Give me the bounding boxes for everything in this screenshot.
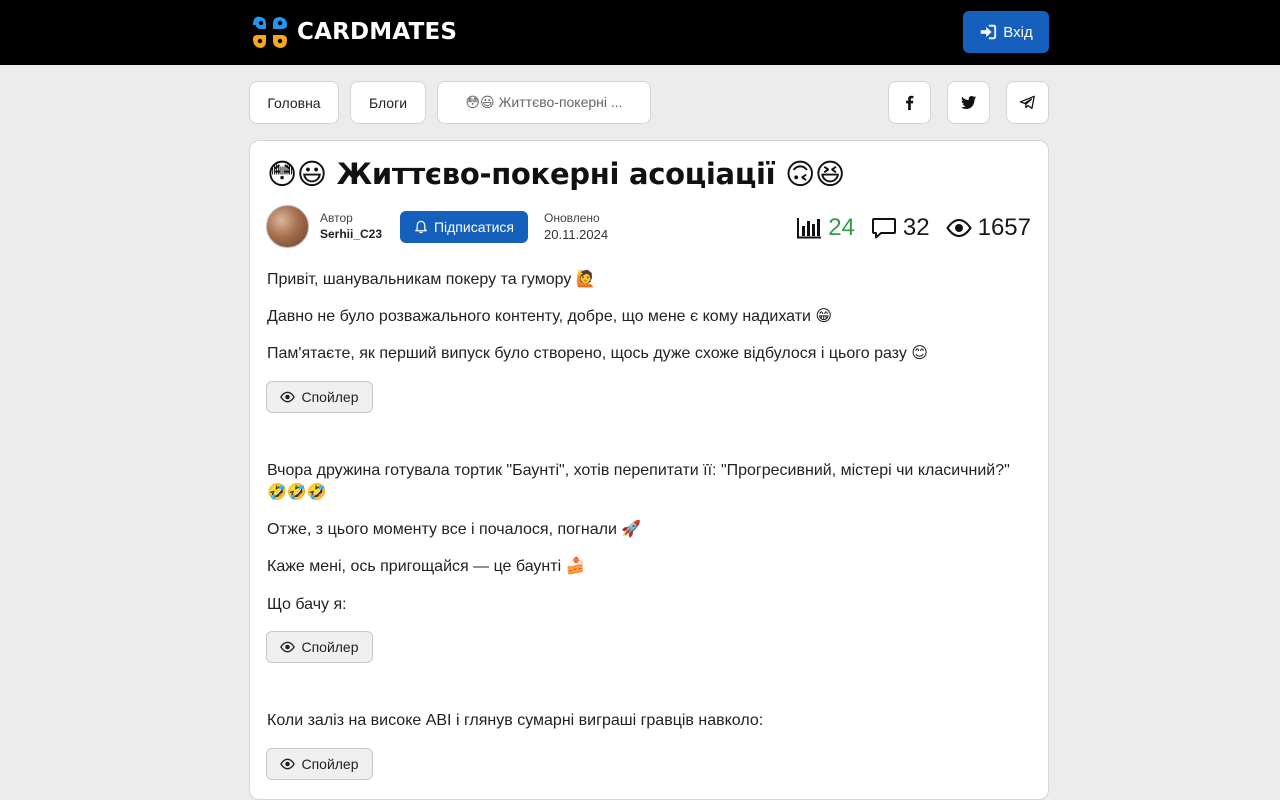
breadcrumb-current[interactable]: 😳😃 Життєво-покерні ... (437, 81, 651, 124)
eye-icon (945, 218, 972, 238)
breadcrumb-current-label: 😳😃 Життєво-покерні ... (465, 94, 623, 110)
post-title: 😳😃 Життєво-покерні асоціації 🙃😆 (267, 157, 845, 191)
subscribe-button[interactable]: Підписатися (400, 211, 528, 243)
logo-text: CARDMATES (297, 19, 458, 45)
eye-icon (280, 391, 296, 403)
post-paragraph: Що бачу я: (267, 596, 347, 613)
logo-mark-icon (253, 16, 287, 48)
post-paragraph: Привіт, шанувальникам покеру та гумору 🙋 (267, 271, 596, 288)
post-card: 😳😃 Життєво-покерні асоціації 🙃😆 Автор Se… (249, 140, 1049, 800)
author-avatar[interactable] (266, 205, 309, 248)
breadcrumb-blogs-label: Блоги (368, 94, 408, 111)
bell-icon (415, 220, 427, 234)
spoiler-button[interactable]: Спойлер (266, 381, 373, 413)
comment-icon (871, 218, 896, 239)
post-paragraph: Коли заліз на високе ABI і глянув сумарн… (267, 712, 764, 729)
updated-label: Оновлено (544, 211, 600, 225)
views-stat: 1657 (945, 214, 1031, 242)
author-name-link[interactable]: Serhii_C23 (320, 227, 382, 241)
spoiler-label: Спойлер (301, 639, 359, 655)
spoiler-label: Спойлер (301, 389, 359, 405)
login-label: Вхід (1003, 23, 1033, 41)
post-stats: 24 32 1657 (796, 213, 1031, 243)
share-facebook-button[interactable] (888, 81, 931, 124)
login-button[interactable]: Вхід (963, 11, 1049, 53)
spoiler-label: Спойлер (301, 756, 359, 772)
twitter-icon (960, 95, 977, 110)
sign-in-icon (981, 24, 997, 40)
post-paragraph: Давно не було розважального контенту, до… (267, 308, 833, 325)
facebook-icon (906, 95, 914, 111)
rating-value: 24 (828, 214, 855, 241)
post-paragraph: Пам'ятаєте, як перший випуск було створе… (267, 345, 928, 362)
post-paragraph: Отже, з цього моменту все і почалося, по… (267, 521, 642, 538)
top-navbar: CARDMATES Вхід (0, 0, 1280, 65)
author-label: Автор (320, 211, 353, 225)
comments-stat[interactable]: 32 (871, 214, 930, 242)
cardmates-logo[interactable]: CARDMATES (249, 11, 457, 53)
bar-chart-icon (797, 218, 822, 239)
eye-icon (280, 758, 296, 770)
spoiler-button[interactable]: Спойлер (266, 748, 373, 780)
eye-icon (280, 641, 296, 653)
views-count: 1657 (977, 214, 1031, 241)
breadcrumb-home-label: Головна (267, 94, 321, 111)
telegram-icon (1019, 95, 1035, 110)
breadcrumb-home[interactable]: Головна (249, 81, 339, 124)
post-paragraph: Вчора дружина готувала тортик "Баунті", … (267, 462, 1010, 501)
comments-count: 32 (902, 214, 930, 241)
rating-stat: 24 (796, 214, 855, 242)
share-telegram-button[interactable] (1006, 81, 1049, 124)
post-paragraph: Каже мені, ось пригощайся — це баунті 🍰 (267, 558, 586, 575)
breadcrumb-blogs[interactable]: Блоги (350, 81, 426, 124)
share-twitter-button[interactable] (947, 81, 990, 124)
subscribe-label: Підписатися (433, 219, 515, 235)
updated-date: 20.11.2024 (544, 227, 609, 242)
spoiler-button[interactable]: Спойлер (266, 631, 373, 663)
